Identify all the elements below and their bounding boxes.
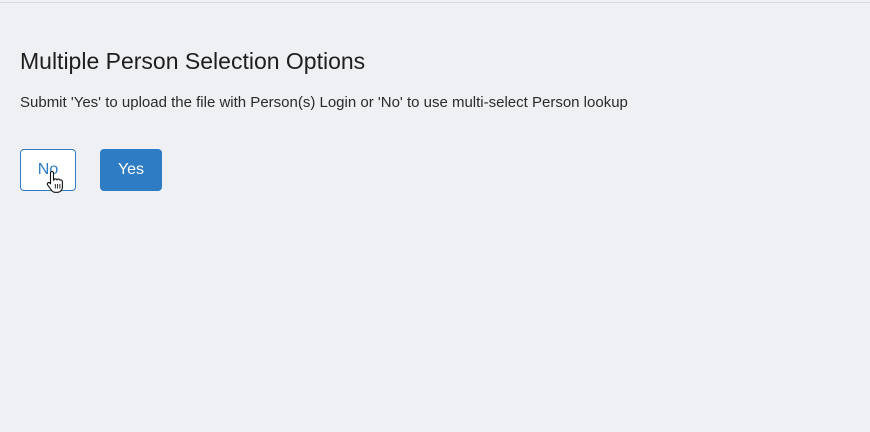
no-button-label: No	[37, 161, 59, 178]
button-row: No Yes	[20, 149, 162, 193]
page-title: Multiple Person Selection Options	[20, 48, 366, 74]
description-text: Submit 'Yes' to upload the file with Per…	[20, 94, 628, 111]
selection-panel: Multiple Person Selection Options Submit…	[20, 46, 860, 193]
yes-button-label: Yes	[117, 161, 145, 178]
no-button[interactable]: No	[20, 149, 76, 193]
yes-button[interactable]: Yes	[100, 149, 162, 191]
top-divider	[0, 2, 870, 3]
